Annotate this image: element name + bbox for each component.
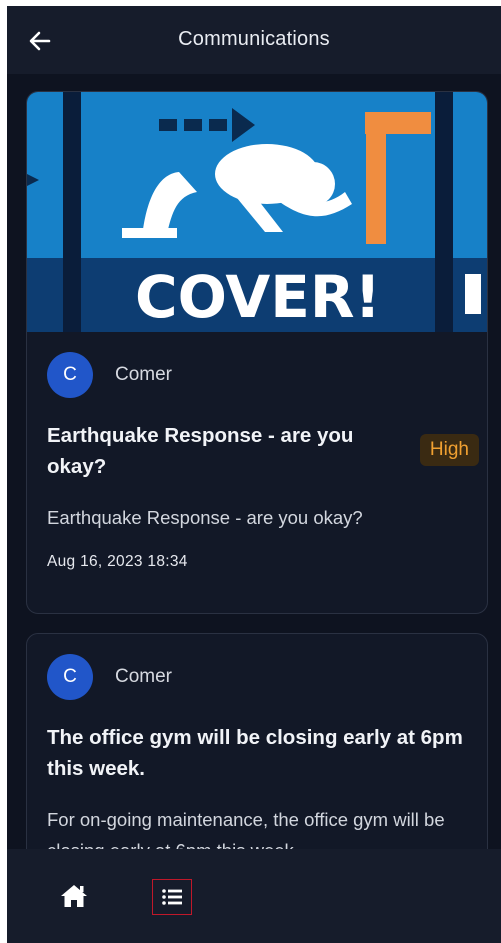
priority-badge: High xyxy=(419,434,479,466)
bottom-navigation xyxy=(7,849,501,943)
top-app-bar: Communications xyxy=(7,6,501,74)
list-icon xyxy=(162,889,182,905)
nav-communications-button[interactable] xyxy=(152,879,192,915)
communications-feed[interactable]: COVER! C Comer Earthquake Response - are… xyxy=(7,74,501,849)
author-row: C Comer xyxy=(47,654,172,700)
earthquake-banner-image: COVER! xyxy=(27,92,487,332)
banner-text: COVER! xyxy=(135,263,381,331)
post-title: The office gym will be closing early at … xyxy=(47,726,463,780)
communication-card[interactable]: COVER! C Comer Earthquake Response - are… xyxy=(26,91,488,614)
avatar: C xyxy=(47,654,93,700)
post-body: For on-going maintenance, the office gym… xyxy=(47,809,445,849)
page-title: Communications xyxy=(178,28,330,50)
post-date: Aug 16, 2023 18:34 xyxy=(47,553,188,570)
home-icon xyxy=(61,885,87,907)
nav-home-button[interactable] xyxy=(60,883,88,909)
avatar: C xyxy=(47,352,93,398)
communication-card[interactable]: C Comer The office gym will be closing e… xyxy=(26,633,488,849)
author-row: C Comer xyxy=(47,352,172,398)
post-body: Earthquake Response - are you okay? xyxy=(47,507,363,528)
author-name: Comer xyxy=(115,364,173,385)
app-screen: Communications COVER! C Comer Earthquake… xyxy=(7,6,501,943)
post-title: Earthquake Response - are you okay? xyxy=(47,424,354,478)
author-name: Comer xyxy=(115,666,173,687)
